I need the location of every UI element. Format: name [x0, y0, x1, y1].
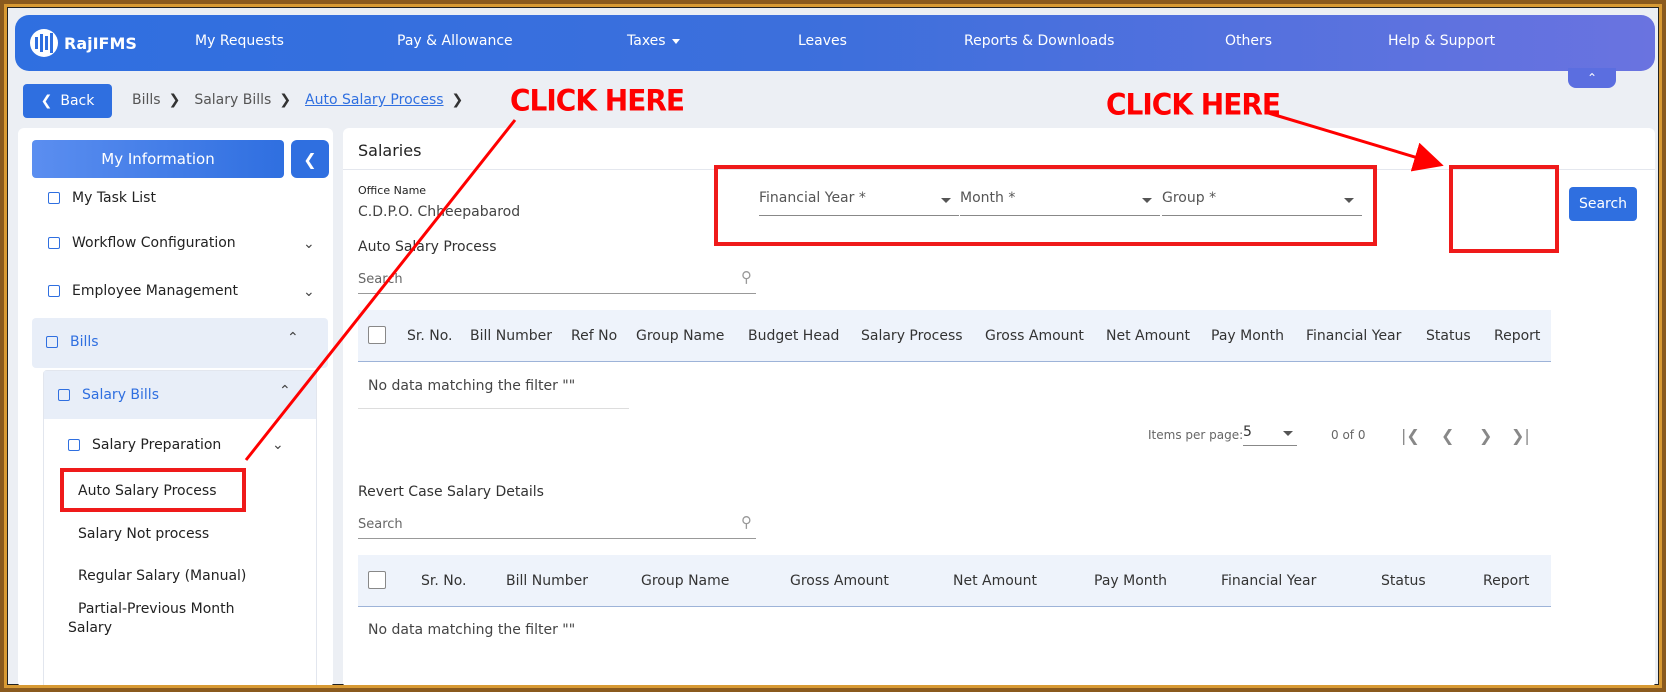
app-window: RajIFMS My Requests Pay & Allowance Taxe… — [7, 7, 1659, 685]
screenshot-frame: RajIFMS My Requests Pay & Allowance Taxe… — [4, 4, 1662, 688]
annotation-arrow-line — [244, 119, 517, 461]
annotation-arrows — [244, 110, 1444, 461]
annotation-arrow — [1264, 110, 1444, 172]
